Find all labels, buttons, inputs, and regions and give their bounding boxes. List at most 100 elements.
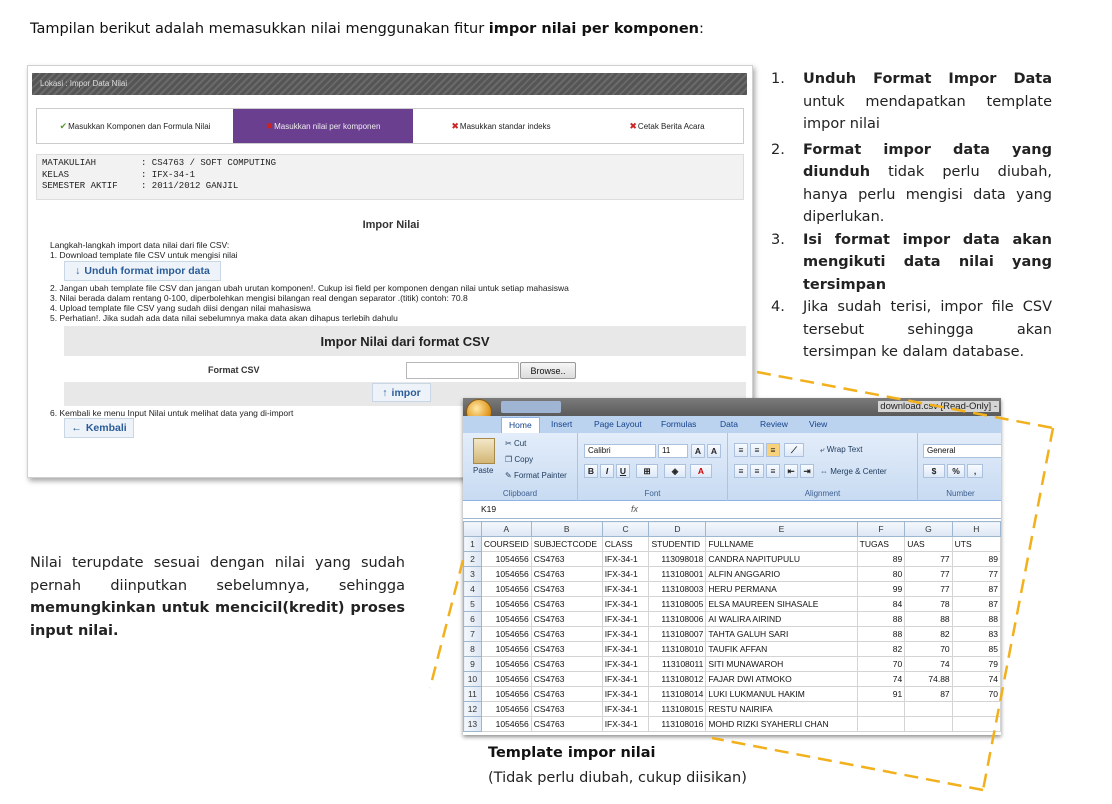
orientation-icon[interactable]: ⟋ xyxy=(784,443,804,457)
column-header[interactable]: C xyxy=(601,521,650,537)
cell[interactable]: IFX-34-1 xyxy=(601,566,650,582)
number-format-select[interactable]: General xyxy=(923,444,1001,458)
cell[interactable]: 82 xyxy=(904,626,953,642)
cell[interactable]: 113108014 xyxy=(648,686,707,702)
shrink-font-button[interactable]: A xyxy=(707,444,721,458)
cell[interactable]: IFX-34-1 xyxy=(601,581,650,597)
column-header[interactable]: A xyxy=(480,521,532,537)
row-number[interactable]: 5 xyxy=(463,596,482,612)
align-middle-icon[interactable]: ≡ xyxy=(750,443,764,457)
cell[interactable]: CS4763 xyxy=(530,626,603,642)
step-komponen[interactable]: ✔ Masukkan Komponen dan Formula Nilai xyxy=(37,109,233,143)
align-center-icon[interactable]: ≡ xyxy=(750,464,764,478)
cell[interactable]: 82 xyxy=(856,641,906,657)
comma-icon[interactable]: , xyxy=(967,464,983,478)
cell[interactable]: IFX-34-1 xyxy=(601,626,650,642)
underline-button[interactable]: U xyxy=(616,464,630,478)
header-cell[interactable]: UAS xyxy=(904,536,953,552)
cut-button[interactable]: ✂ Cut xyxy=(505,439,526,448)
cell[interactable]: TAUFIK AFFAN xyxy=(705,641,858,657)
cell[interactable]: 70 xyxy=(951,686,1001,702)
row-number[interactable]: 7 xyxy=(463,626,482,642)
cell[interactable]: 1054656 xyxy=(480,611,532,627)
cell[interactable]: 84 xyxy=(856,596,906,612)
cell[interactable]: IFX-34-1 xyxy=(601,656,650,672)
tab-data[interactable]: Data xyxy=(720,419,738,429)
cell[interactable]: 1054656 xyxy=(480,566,532,582)
cell[interactable]: 77 xyxy=(904,581,953,597)
cell[interactable]: 113108010 xyxy=(648,641,707,657)
cell[interactable]: IFX-34-1 xyxy=(601,671,650,687)
column-header[interactable]: G xyxy=(904,521,953,537)
step-berita-acara[interactable]: ✖ Cetak Berita Acara xyxy=(589,109,745,143)
merge-center-button[interactable]: ⇔ Merge & Center xyxy=(820,467,887,476)
row-number[interactable]: 10 xyxy=(463,671,482,687)
cell[interactable]: 1054656 xyxy=(480,581,532,597)
cell[interactable]: AI WALIRA AIRIND xyxy=(705,611,858,627)
cell[interactable]: 77 xyxy=(951,566,1001,582)
tab-view[interactable]: View xyxy=(809,419,827,429)
row-number[interactable]: 4 xyxy=(463,581,482,597)
cell[interactable] xyxy=(951,701,1001,717)
cell[interactable]: 77 xyxy=(904,551,953,567)
font-size-select[interactable]: 11 xyxy=(658,444,688,458)
cell[interactable]: IFX-34-1 xyxy=(601,611,650,627)
cell[interactable]: 1054656 xyxy=(480,626,532,642)
cell[interactable]: ELSA MAUREEN SIHASALE xyxy=(705,596,858,612)
cell[interactable]: 74 xyxy=(856,671,906,687)
grow-font-button[interactable]: A xyxy=(691,444,705,458)
row-number[interactable]: 9 xyxy=(463,656,482,672)
cell[interactable]: CS4763 xyxy=(530,671,603,687)
row-number[interactable]: 6 xyxy=(463,611,482,627)
cell[interactable]: TAHTA GALUH SARI xyxy=(705,626,858,642)
header-cell[interactable]: CLASS xyxy=(601,536,650,552)
cell[interactable]: 113108007 xyxy=(648,626,707,642)
cell[interactable]: CS4763 xyxy=(530,701,603,717)
cell[interactable]: LUKI LUKMANUL HAKIM xyxy=(705,686,858,702)
cell[interactable]: 1054656 xyxy=(480,716,532,732)
header-cell[interactable]: TUGAS xyxy=(856,536,906,552)
row-number[interactable]: 3 xyxy=(463,566,482,582)
header-cell[interactable]: UTS xyxy=(951,536,1001,552)
cell[interactable]: 70 xyxy=(856,656,906,672)
cell[interactable]: CS4763 xyxy=(530,656,603,672)
cell[interactable]: 88 xyxy=(904,611,953,627)
borders-icon[interactable]: ⊞ xyxy=(636,464,658,478)
cell[interactable]: 91 xyxy=(856,686,906,702)
cell[interactable]: 113108001 xyxy=(648,566,707,582)
column-header[interactable]: E xyxy=(705,521,858,537)
align-left-icon[interactable]: ≡ xyxy=(734,464,748,478)
font-color-icon[interactable]: A xyxy=(690,464,712,478)
cell[interactable]: 77 xyxy=(904,566,953,582)
cell[interactable]: IFX-34-1 xyxy=(601,596,650,612)
cell[interactable]: 1054656 xyxy=(480,671,532,687)
cell[interactable]: 113108005 xyxy=(648,596,707,612)
tab-page-layout[interactable]: Page Layout xyxy=(594,419,642,429)
cell[interactable]: CS4763 xyxy=(530,716,603,732)
cell[interactable]: 113098018 xyxy=(648,551,707,567)
cell[interactable]: 88 xyxy=(856,626,906,642)
cell[interactable] xyxy=(904,716,953,732)
align-bottom-icon[interactable]: ≡ xyxy=(766,443,780,457)
cell[interactable] xyxy=(856,716,906,732)
tab-formulas[interactable]: Formulas xyxy=(661,419,696,429)
decrease-indent-icon[interactable]: ⇤ xyxy=(784,464,798,478)
cell[interactable]: 74 xyxy=(951,671,1001,687)
row-number[interactable]: 8 xyxy=(463,641,482,657)
font-name-select[interactable]: Calibri xyxy=(584,444,656,458)
wrap-text-button[interactable]: ⤶ Wrap Text xyxy=(820,445,862,455)
column-header[interactable]: D xyxy=(648,521,707,537)
cell[interactable]: 1054656 xyxy=(480,701,532,717)
cell[interactable] xyxy=(951,716,1001,732)
fx-icon[interactable]: fx xyxy=(631,504,638,514)
align-top-icon[interactable]: ≡ xyxy=(734,443,748,457)
cell[interactable]: FAJAR DWI ATMOKO xyxy=(705,671,858,687)
header-cell[interactable]: COURSEID xyxy=(480,536,532,552)
cell[interactable]: 88 xyxy=(951,611,1001,627)
cell[interactable]: 113108011 xyxy=(648,656,707,672)
bold-button[interactable]: B xyxy=(584,464,598,478)
cell[interactable]: MOHD RIZKI SYAHERLI CHAN xyxy=(705,716,858,732)
impor-button[interactable]: ↑ impor xyxy=(372,383,431,402)
cell[interactable]: 89 xyxy=(856,551,906,567)
row-number[interactable]: 13 xyxy=(463,716,482,732)
